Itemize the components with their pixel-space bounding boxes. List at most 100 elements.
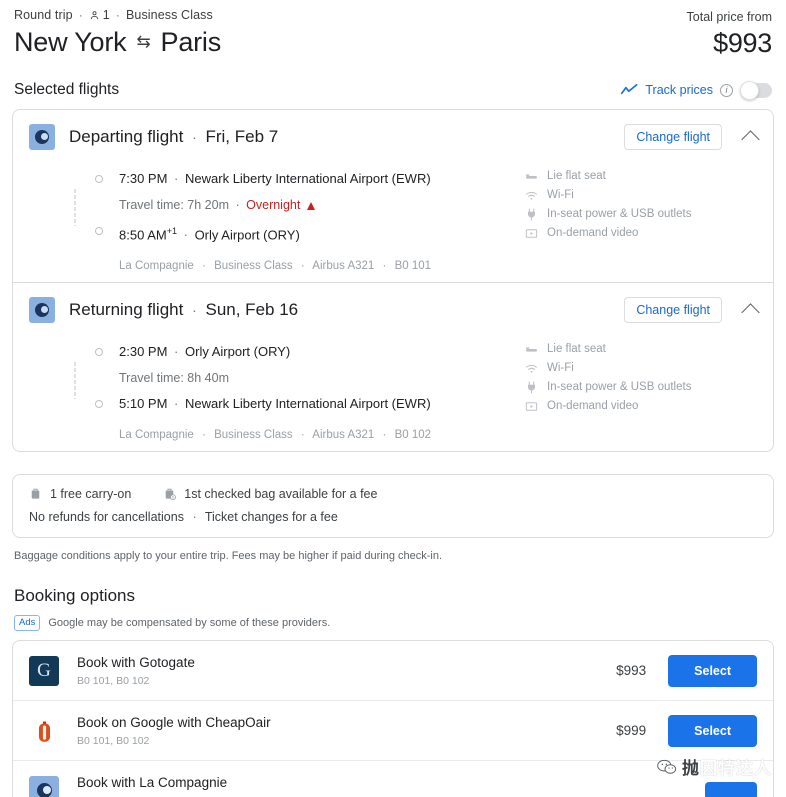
flight-booking-page: Round trip · 1 · Business Class New York… bbox=[0, 0, 786, 797]
provider-info: Book on Google with CheapOair B0 101, B0… bbox=[77, 714, 271, 747]
separator: · bbox=[174, 396, 179, 412]
info-icon[interactable]: i bbox=[720, 83, 733, 97]
booking-option-row[interactable]: G Book with Gotogate B0 101, B0 102 $993… bbox=[13, 641, 773, 700]
booking-option-row[interactable]: Book with La Compagnie B0 101, B0 102 bbox=[13, 760, 773, 797]
separator: · bbox=[202, 260, 206, 273]
baggage-card: 1 free carry-on $ 1st checked bag availa… bbox=[12, 474, 774, 539]
leg-title-text: Returning flight bbox=[69, 300, 184, 320]
warning-triangle-icon bbox=[306, 202, 315, 210]
separator: · bbox=[183, 227, 188, 243]
la-compagnie-logo bbox=[29, 124, 55, 150]
track-prices-label: Track prices bbox=[645, 83, 713, 97]
departure-row: 2:30 PM · Orly Airport (ORY) bbox=[95, 339, 525, 365]
leg-body: 2:30 PM · Orly Airport (ORY) Travel time… bbox=[29, 339, 757, 441]
select-button[interactable] bbox=[705, 781, 757, 797]
destination-city: Paris bbox=[160, 27, 222, 57]
amenity-label: Wi-Fi bbox=[547, 362, 574, 375]
select-button[interactable]: Select bbox=[668, 714, 757, 747]
returning-flight-leg: Returning flight · Sun, Feb 16 Change fl… bbox=[13, 282, 773, 451]
amenity-lie-flat-seat: Lie flat seat bbox=[525, 340, 757, 359]
leg-timeline: 7:30 PM · Newark Liberty International A… bbox=[74, 166, 525, 272]
leg-actions: Change flight bbox=[624, 297, 760, 324]
carry-on-bag-icon bbox=[31, 489, 40, 499]
departure-time: 7:30 PM bbox=[119, 171, 168, 186]
select-button[interactable]: Select bbox=[668, 654, 757, 687]
leg-date: Sun, Feb 16 bbox=[205, 300, 299, 320]
separator: · bbox=[115, 8, 120, 22]
amenity-label: On-demand video bbox=[547, 400, 639, 413]
amenity-wifi: Wi-Fi bbox=[525, 186, 757, 205]
separator: · bbox=[382, 429, 387, 442]
airline-name: La Compagnie bbox=[119, 260, 194, 273]
amenity-label: In-seat power & USB outlets bbox=[547, 208, 692, 220]
provider-name: Book with Gotogate bbox=[77, 655, 195, 671]
passenger-count-value: 1 bbox=[102, 8, 110, 22]
power-outlet-icon bbox=[527, 381, 536, 394]
timeline-dot bbox=[95, 227, 103, 235]
page-header: Round trip · 1 · Business Class New York… bbox=[12, 0, 774, 59]
lie-flat-seat-icon bbox=[526, 347, 537, 352]
chevron-up-icon[interactable] bbox=[741, 303, 760, 322]
cabin-class: Business Class bbox=[214, 429, 293, 442]
carry-on-allowance: 1 free carry-on bbox=[29, 487, 131, 501]
on-demand-video-icon bbox=[525, 229, 538, 238]
arrival-row: 8:50 AM+1 · Orly Airport (ORY) bbox=[95, 218, 525, 248]
separator: · bbox=[300, 429, 305, 442]
chevron-up-icon[interactable] bbox=[741, 129, 760, 149]
ads-badge[interactable]: Ads bbox=[14, 615, 41, 632]
change-flight-button[interactable]: Change flight bbox=[624, 297, 722, 324]
timeline: 7:30 PM · Newark Liberty International A… bbox=[74, 166, 525, 248]
leg-body: 7:30 PM · Newark Liberty International A… bbox=[29, 166, 757, 272]
leg-header: Departing flight · Fri, Feb 7 Change fli… bbox=[29, 124, 760, 150]
amenity-on-demand-video: On-demand video bbox=[525, 397, 757, 416]
provider-flights: B0 101, B0 102 bbox=[77, 735, 150, 748]
la-compagnie-logo bbox=[29, 775, 59, 797]
provider-name: Book on Google with CheapOair bbox=[77, 715, 271, 731]
booking-option-row[interactable]: Book on Google with CheapOair B0 101, B0… bbox=[13, 700, 773, 760]
leg-details: La Compagnie · Business Class · Airbus A… bbox=[95, 429, 525, 441]
svg-text:$: $ bbox=[172, 496, 174, 500]
leg-actions: Change flight bbox=[624, 124, 760, 150]
power-outlet-icon bbox=[527, 208, 536, 221]
person-icon bbox=[90, 10, 98, 19]
toggle-knob bbox=[740, 80, 759, 100]
change-flight-button[interactable]: Change flight bbox=[624, 124, 722, 150]
track-prices-control[interactable]: Track prices i bbox=[621, 80, 772, 100]
separator: · bbox=[382, 260, 387, 273]
lie-flat-seat-icon bbox=[526, 174, 537, 179]
refund-policy: No refunds for cancellations bbox=[29, 510, 184, 525]
baggage-footnote: Baggage conditions apply to your entire … bbox=[14, 550, 443, 563]
track-prices-toggle[interactable] bbox=[740, 80, 772, 100]
wifi-icon bbox=[526, 191, 537, 200]
amenity-label: Lie flat seat bbox=[547, 343, 606, 356]
la-compagnie-logo bbox=[29, 297, 55, 324]
timeline-dot bbox=[95, 175, 103, 183]
flight-number: B0 101 bbox=[394, 260, 432, 273]
separator: · bbox=[174, 171, 179, 186]
cheapoair-logo bbox=[29, 715, 59, 746]
provider-actions: $993 Select bbox=[616, 654, 757, 687]
flight-number: B0 102 bbox=[394, 429, 432, 442]
amenity-label: Lie flat seat bbox=[547, 170, 606, 182]
provider-price: $993 bbox=[616, 663, 647, 679]
carry-on-label: 1 free carry-on bbox=[50, 487, 132, 502]
provider-price: $999 bbox=[616, 723, 647, 739]
arrival-time: 5:10 PM bbox=[119, 396, 168, 412]
departure-row: 7:30 PM · Newark Liberty International A… bbox=[95, 166, 525, 192]
overnight-label: Overnight bbox=[246, 198, 301, 212]
leg-details: La Compagnie · Business Class · Airbus A… bbox=[95, 260, 525, 272]
provider-info: Book with La Compagnie B0 101, B0 102 bbox=[77, 774, 227, 797]
amenity-label: Wi-Fi bbox=[547, 189, 574, 201]
aircraft-type: Airbus A321 bbox=[312, 260, 375, 273]
provider-flights: B0 101, B0 102 bbox=[77, 675, 150, 688]
separator: · bbox=[235, 198, 240, 212]
arrival-airport: Newark Liberty International Airport (EW… bbox=[185, 396, 431, 412]
trip-meta: Round trip · 1 · Business Class bbox=[14, 8, 221, 22]
ads-disclosure: Ads Google may be compensated by some of… bbox=[12, 615, 774, 632]
departure-airport: Orly Airport (ORY) bbox=[185, 344, 291, 360]
separator: · bbox=[202, 429, 206, 442]
trip-type-label: Round trip bbox=[14, 8, 73, 22]
total-price-label: Total price from bbox=[686, 10, 772, 24]
travel-time-row: Travel time: 7h 20m · Overnight bbox=[119, 192, 525, 218]
provider-name: Book with La Compagnie bbox=[77, 775, 228, 791]
